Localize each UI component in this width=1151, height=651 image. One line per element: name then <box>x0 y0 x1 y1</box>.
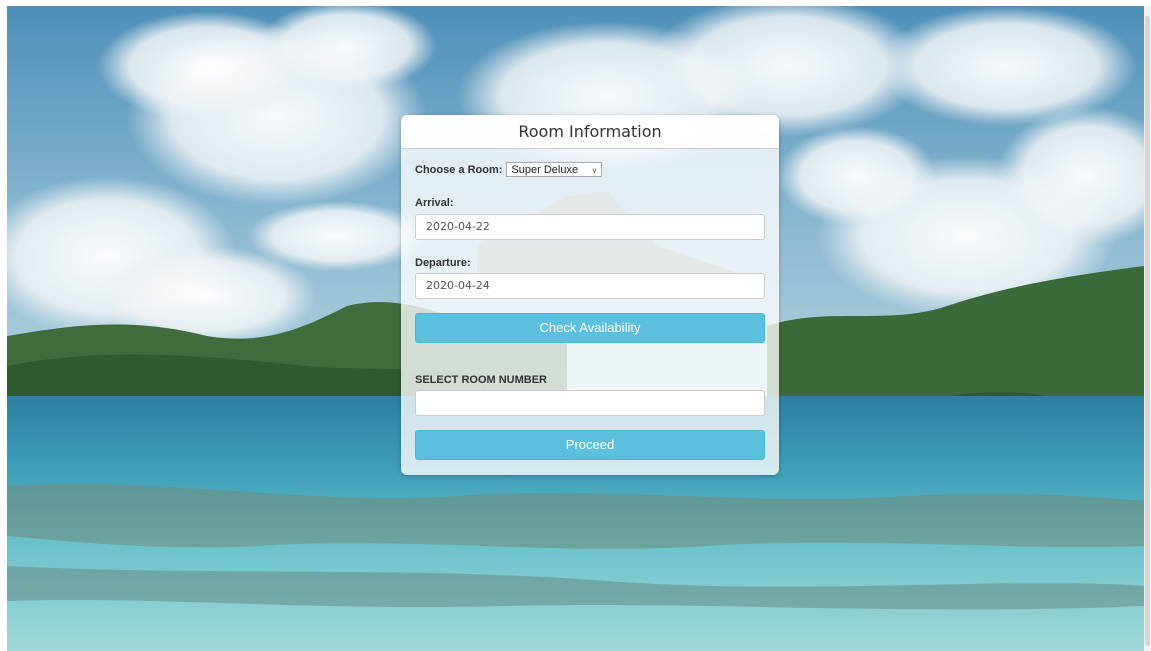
check-availability-button[interactable]: Check Availability <box>415 313 765 343</box>
arrival-label: Arrival: <box>415 197 454 209</box>
page-viewport: Room Information Choose a Room: Super De… <box>7 6 1144 651</box>
vertical-scrollbar[interactable] <box>1144 6 1151 651</box>
chevron-down-icon: ∨ <box>591 166 598 175</box>
room-type-selected: Super Deluxe <box>511 164 579 176</box>
room-information-panel: Room Information Choose a Room: Super De… <box>401 115 779 475</box>
room-choice-label: Choose a Room: <box>415 163 503 176</box>
departure-label: Departure: <box>415 257 471 269</box>
scrollbar-thumb[interactable] <box>1145 16 1150 646</box>
departure-date-input[interactable]: 2020-04-24 <box>415 273 765 299</box>
arrival-date-input[interactable]: 2020-04-22 <box>415 214 765 240</box>
proceed-button[interactable]: Proceed <box>415 430 765 460</box>
room-number-input[interactable] <box>415 390 765 416</box>
panel-title: Room Information <box>401 115 779 149</box>
room-number-label: SELECT ROOM NUMBER <box>415 374 547 386</box>
room-type-select[interactable]: Super Deluxe ∨ <box>506 162 603 177</box>
room-choice-row: Choose a Room: Super Deluxe ∨ <box>415 162 603 177</box>
